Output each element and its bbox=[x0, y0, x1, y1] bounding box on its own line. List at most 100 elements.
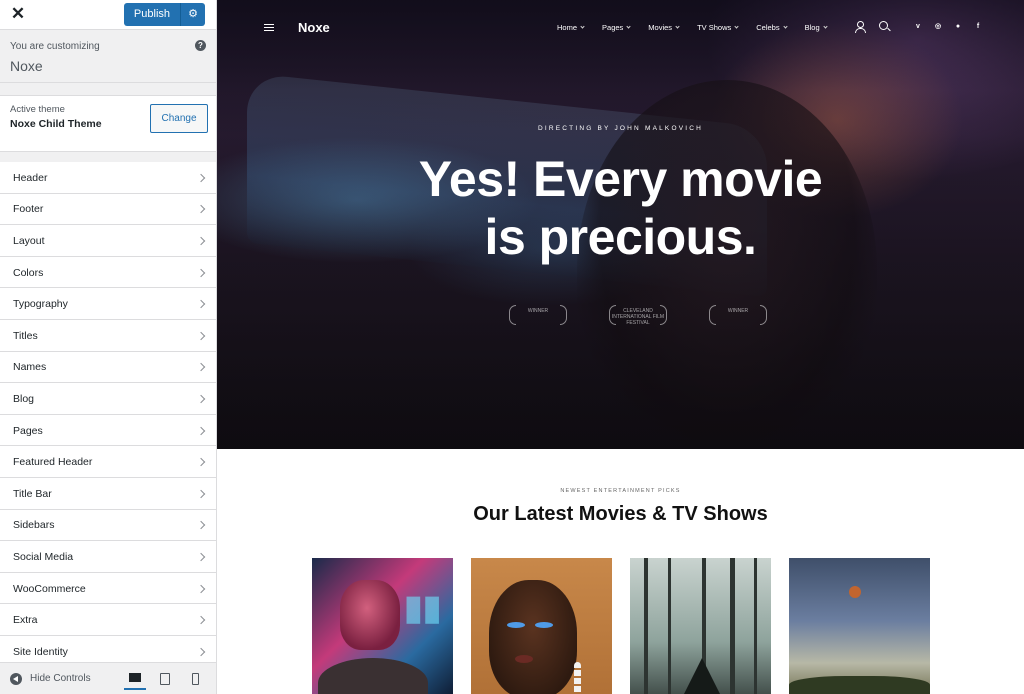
site-logo[interactable]: Noxe bbox=[298, 20, 330, 35]
poster-tree bbox=[730, 558, 735, 694]
hero-title-line: is precious. bbox=[484, 209, 757, 265]
movie-card[interactable] bbox=[630, 558, 771, 694]
help-icon[interactable]: ? bbox=[195, 40, 206, 51]
customizing-info: You are customizing Noxe ? bbox=[0, 30, 216, 83]
search-icon[interactable] bbox=[879, 21, 890, 32]
award-laurel-icon: WINNER bbox=[507, 302, 569, 328]
panel-item-title-bar[interactable]: Title Bar bbox=[0, 477, 216, 510]
hero-section: Noxe Home Pages Movies TV Shows Celebs B… bbox=[217, 0, 1024, 449]
poster-eye bbox=[535, 622, 553, 628]
preview-desktop-button[interactable] bbox=[124, 668, 146, 690]
movie-cards: ▮▮ bbox=[312, 558, 930, 694]
panel-item-blog[interactable]: Blog bbox=[0, 383, 216, 415]
collapse-icon[interactable] bbox=[10, 672, 22, 685]
panel-item-social-media[interactable]: Social Media bbox=[0, 541, 216, 573]
menu-item-blog[interactable]: Blog bbox=[804, 23, 828, 32]
publish-group: Publish ⚙ bbox=[123, 3, 205, 26]
instagram-icon[interactable]: ◎ bbox=[934, 22, 942, 32]
site-navigation: Noxe Home Pages Movies TV Shows Celebs B… bbox=[217, 0, 1024, 56]
poster-tree bbox=[754, 558, 757, 694]
menu-item-pages[interactable]: Pages bbox=[602, 23, 631, 32]
poster-moon bbox=[849, 586, 861, 598]
close-icon[interactable]: ✕ bbox=[10, 5, 26, 22]
poster-figure bbox=[340, 580, 400, 650]
panel-label: Layout bbox=[13, 234, 45, 247]
chevron-right-icon bbox=[196, 268, 206, 277]
menu-item-label: Blog bbox=[804, 23, 820, 32]
poster-triangle bbox=[682, 658, 722, 694]
menu-item-movies[interactable]: Movies bbox=[648, 23, 680, 32]
chevron-right-icon bbox=[196, 552, 206, 562]
panel-label: Names bbox=[13, 361, 47, 374]
panel-list: Header Footer Layout Colors Typography T… bbox=[0, 162, 216, 668]
panel-label: Titles bbox=[13, 329, 38, 342]
change-theme-button[interactable]: Change bbox=[150, 104, 208, 133]
panel-label: Extra bbox=[13, 614, 38, 627]
preview-tablet-button[interactable] bbox=[154, 668, 176, 690]
chevron-right-icon bbox=[196, 457, 206, 467]
mobile-icon bbox=[191, 672, 199, 685]
movie-card[interactable] bbox=[471, 558, 612, 694]
menu-item-label: Pages bbox=[602, 23, 624, 32]
chevron-down-icon bbox=[626, 24, 631, 29]
panel-label: Title Bar bbox=[13, 487, 52, 500]
spotify-icon[interactable]: ● bbox=[954, 22, 962, 32]
chevron-right-icon bbox=[196, 394, 206, 404]
panel-label: WooCommerce bbox=[13, 582, 86, 595]
section-title: Our Latest Movies & TV Shows bbox=[473, 503, 768, 525]
publish-settings-gear-icon[interactable]: ⚙ bbox=[181, 3, 205, 26]
panel-item-woocommerce[interactable]: WooCommerce bbox=[0, 572, 216, 605]
chevron-right-icon bbox=[196, 236, 206, 246]
panel-item-layout[interactable]: Layout bbox=[0, 225, 216, 257]
vimeo-icon[interactable]: v bbox=[914, 22, 922, 32]
panel-label: Pages bbox=[13, 424, 43, 437]
social-links: v ◎ ● f bbox=[914, 22, 982, 32]
panel-item-pages[interactable]: Pages bbox=[0, 414, 216, 447]
site-preview: Noxe Home Pages Movies TV Shows Celebs B… bbox=[217, 0, 1024, 694]
poster-earring bbox=[574, 662, 581, 694]
chevron-right-icon bbox=[196, 173, 206, 183]
panel-label: Sidebars bbox=[13, 519, 55, 532]
panel-label: Site Identity bbox=[13, 645, 68, 658]
panel-item-titles[interactable]: Titles bbox=[0, 319, 216, 352]
panel-item-colors[interactable]: Colors bbox=[0, 256, 216, 289]
panel-label: Footer bbox=[13, 203, 44, 216]
facebook-icon[interactable]: f bbox=[974, 22, 982, 32]
chevron-down-icon bbox=[734, 24, 739, 29]
chevron-down-icon bbox=[782, 24, 788, 29]
poster-eye bbox=[507, 622, 525, 628]
panel-item-names[interactable]: Names bbox=[0, 351, 216, 384]
panel-item-sidebars[interactable]: Sidebars bbox=[0, 509, 216, 542]
chevron-right-icon bbox=[196, 426, 206, 435]
chevron-down-icon bbox=[823, 24, 828, 29]
panel-item-header[interactable]: Header bbox=[0, 162, 216, 194]
movie-card[interactable] bbox=[789, 558, 930, 694]
chevron-right-icon bbox=[196, 363, 206, 372]
neon-sign-image: ▮▮ bbox=[404, 589, 442, 627]
main-menu: Home Pages Movies TV Shows Celebs Blog bbox=[557, 23, 828, 32]
chevron-right-icon bbox=[196, 584, 206, 593]
chevron-down-icon bbox=[675, 24, 680, 29]
panel-item-extra[interactable]: Extra bbox=[0, 604, 216, 636]
hamburger-menu-icon[interactable] bbox=[264, 24, 274, 31]
menu-item-home[interactable]: Home bbox=[557, 23, 585, 32]
panel-item-typography[interactable]: Typography bbox=[0, 288, 216, 320]
customizer-sidebar: ✕ Publish ⚙ You are customizing Noxe ? A… bbox=[0, 0, 217, 694]
section-kicker: NEWEST ENTERTAINMENT PICKS bbox=[560, 488, 681, 494]
poster-figure-coat bbox=[318, 658, 428, 694]
chevron-right-icon bbox=[196, 647, 206, 656]
hide-controls-button[interactable]: Hide Controls bbox=[30, 673, 116, 684]
menu-item-tv-shows[interactable]: TV Shows bbox=[697, 23, 739, 32]
menu-item-label: TV Shows bbox=[697, 23, 732, 32]
menu-item-label: Movies bbox=[648, 23, 673, 32]
award-laurel-icon: CLEVELAND INTERNATIONAL FILM FESTIVAL bbox=[607, 302, 669, 328]
publish-button[interactable]: Publish bbox=[123, 3, 181, 26]
preview-mobile-button[interactable] bbox=[184, 668, 206, 690]
movie-card[interactable]: ▮▮ bbox=[312, 558, 453, 694]
panel-item-footer[interactable]: Footer bbox=[0, 193, 216, 226]
nav-icons bbox=[854, 21, 890, 33]
hero-kicker: DIRECTING BY JOHN MALKOVICH bbox=[537, 125, 704, 132]
user-icon[interactable] bbox=[854, 21, 866, 33]
menu-item-celebs[interactable]: Celebs bbox=[756, 23, 788, 32]
panel-item-featured-header[interactable]: Featured Header bbox=[0, 446, 216, 478]
